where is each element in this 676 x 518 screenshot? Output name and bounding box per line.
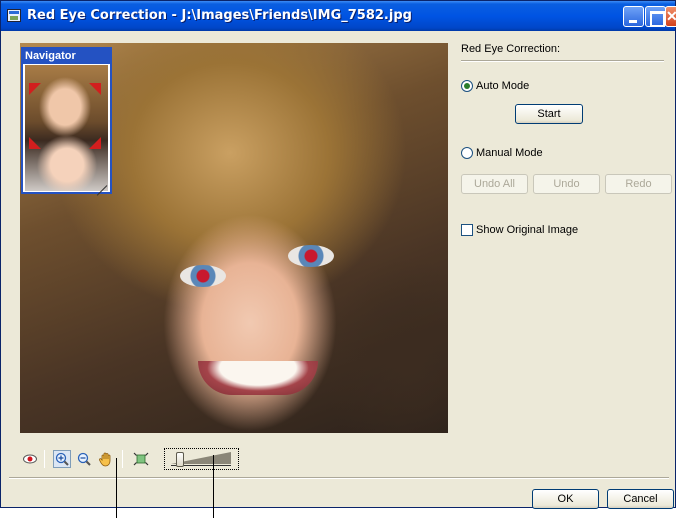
heading-divider <box>461 60 664 62</box>
viewport-corner-top-left <box>29 83 41 95</box>
close-button[interactable] <box>665 6 676 27</box>
right-red-eye[interactable] <box>288 245 334 267</box>
auto-mode-label: Auto Mode <box>476 80 530 92</box>
callout-line-slider <box>213 455 214 518</box>
navigator-thumbnail[interactable] <box>25 65 108 191</box>
auto-mode-radio-dot[interactable] <box>461 80 473 92</box>
red-eye-icon[interactable] <box>21 450 39 468</box>
toolbar-separator <box>44 450 45 468</box>
viewport-corner-bottom-left <box>29 137 41 149</box>
zoom-slider-thumb[interactable] <box>176 452 184 467</box>
navigator-resize-grip[interactable] <box>95 177 109 191</box>
viewport-corner-bottom-right <box>89 137 101 149</box>
navigator-panel: Navigator <box>21 47 112 194</box>
hand-pan-icon[interactable] <box>97 450 115 468</box>
undo-all-button[interactable]: Undo All <box>461 174 528 194</box>
smile <box>198 361 318 395</box>
navigator-viewport-frame[interactable] <box>29 83 101 149</box>
red-eye-correction-window: Red Eye Correction - J:\Images\Friends\I… <box>0 0 676 509</box>
cancel-button[interactable]: Cancel <box>607 489 674 509</box>
show-original-checkbox[interactable]: Show Original Image <box>461 224 578 236</box>
footer-divider <box>9 477 669 479</box>
auto-mode-radio[interactable]: Auto Mode <box>461 80 529 92</box>
toolbar-separator <box>122 450 123 468</box>
panel-heading: Red Eye Correction: <box>461 43 561 55</box>
maximize-button[interactable] <box>645 6 666 27</box>
manual-mode-radio-dot[interactable] <box>461 147 473 159</box>
title-bar[interactable]: Red Eye Correction - J:\Images\Friends\I… <box>1 1 676 31</box>
callout-line-pan <box>116 458 117 518</box>
fit-to-window-icon[interactable] <box>132 450 150 468</box>
redo-button[interactable]: Redo <box>605 174 672 194</box>
undo-button[interactable]: Undo <box>533 174 600 194</box>
zoom-out-icon[interactable] <box>75 450 93 468</box>
manual-mode-label: Manual Mode <box>476 147 543 159</box>
manual-mode-radio[interactable]: Manual Mode <box>461 147 543 159</box>
ok-button[interactable]: OK <box>532 489 599 509</box>
show-original-checkbox-box[interactable] <box>461 224 473 236</box>
start-button[interactable]: Start <box>515 104 583 124</box>
left-red-eye[interactable] <box>180 265 226 287</box>
minimize-button[interactable] <box>623 6 644 27</box>
viewport-corner-top-right <box>89 83 101 95</box>
navigator-title: Navigator <box>23 49 110 64</box>
zoom-slider[interactable] <box>164 448 239 470</box>
app-icon <box>7 9 21 22</box>
zoom-in-icon[interactable] <box>53 450 71 468</box>
window-title: Red Eye Correction - J:\Images\Friends\I… <box>27 8 412 23</box>
view-toolbar <box>21 448 261 472</box>
show-original-label: Show Original Image <box>476 224 579 236</box>
